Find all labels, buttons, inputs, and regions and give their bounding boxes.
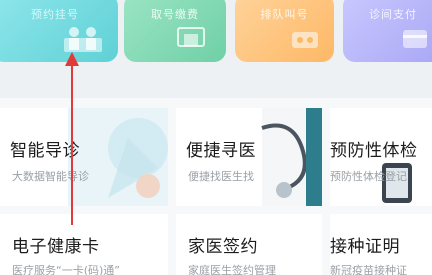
service-find-doctor[interactable]: 便捷寻医 便捷找医生找: [176, 108, 322, 206]
quick-action-appointment[interactable]: 预约挂号: [0, 0, 118, 62]
queue-icon: [292, 32, 318, 48]
quick-action-label: 预约挂号: [31, 8, 79, 21]
quick-action-clinic-pay[interactable]: 诊间支付: [343, 0, 432, 62]
service-title: 电子健康卡: [12, 237, 100, 257]
service-subtitle: 家庭医生签约管理: [188, 264, 276, 275]
service-vaccination-proof[interactable]: 接种证明 新冠疫苗接种证: [330, 214, 432, 275]
service-smart-triage[interactable]: 智能导诊 大数据智能导诊: [0, 108, 168, 206]
quick-action-label: 诊间支付: [369, 8, 417, 21]
service-title: 便捷寻医: [186, 141, 256, 161]
service-subtitle: 新冠疫苗接种证: [330, 264, 407, 275]
service-subtitle: 医疗服务“一卡(码)通”: [12, 264, 120, 275]
service-title: 预防性体检: [330, 141, 418, 161]
lab-illustration-icon: [68, 108, 168, 206]
service-subtitle: 预防性体检登记: [330, 170, 407, 183]
service-family-doctor[interactable]: 家医签约 家庭医生签约管理: [176, 214, 322, 275]
service-subtitle: 便捷找医生找: [188, 170, 254, 183]
quick-action-label: 取号缴费: [151, 8, 199, 21]
service-title: 接种证明: [330, 237, 400, 257]
quick-action-ticket-payment[interactable]: 取号缴费: [124, 0, 226, 62]
service-health-card[interactable]: 电子健康卡 医疗服务“一卡(码)通”: [0, 214, 168, 275]
quick-action-label: 排队叫号: [260, 8, 309, 21]
annotation-arrow-icon: [65, 52, 79, 225]
quick-action-queue[interactable]: 排队叫号: [235, 0, 334, 62]
service-preventive-checkup[interactable]: 预防性体检 预防性体检登记: [330, 108, 432, 206]
service-title: 家医签约: [188, 237, 258, 257]
pay-icon: [403, 30, 427, 48]
card-icon: [177, 27, 205, 47]
